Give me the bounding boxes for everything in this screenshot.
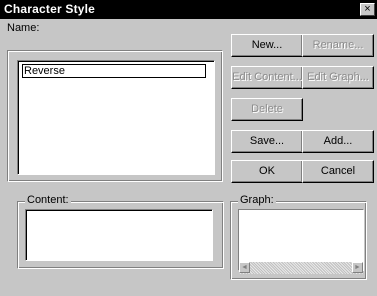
content-label: Content: [25,194,71,206]
scroll-left-icon[interactable]: ◄ [239,262,250,273]
add-button[interactable]: Add... [302,130,374,153]
content-group: Content: [17,194,224,269]
cancel-button[interactable]: Cancel [302,160,374,183]
name-label: Name: [7,22,40,34]
edit-graph-button[interactable]: Edit Graph... [302,66,374,89]
delete-button[interactable]: Delete [231,98,303,121]
ok-button[interactable]: OK [231,160,303,183]
edit-content-button[interactable]: Edit Content... [231,66,303,89]
rename-button[interactable]: Rename... [302,34,374,57]
graph-scrollbar[interactable]: ◄ ► [239,262,363,274]
save-button[interactable]: Save... [231,130,303,153]
name-group: Reverse [7,50,223,182]
style-list[interactable]: Reverse [17,60,215,175]
title-bar[interactable]: Character Style × [0,0,377,19]
close-icon[interactable]: × [360,3,375,16]
content-box [25,209,213,261]
graph-label: Graph: [238,194,276,206]
new-button[interactable]: New... [231,34,303,57]
graph-group: Graph: ◄ ► [230,194,367,280]
window-title: Character Style [4,2,96,16]
list-item[interactable]: Reverse [22,64,206,78]
scroll-right-icon[interactable]: ► [352,262,363,273]
graph-box: ◄ ► [238,209,364,274]
